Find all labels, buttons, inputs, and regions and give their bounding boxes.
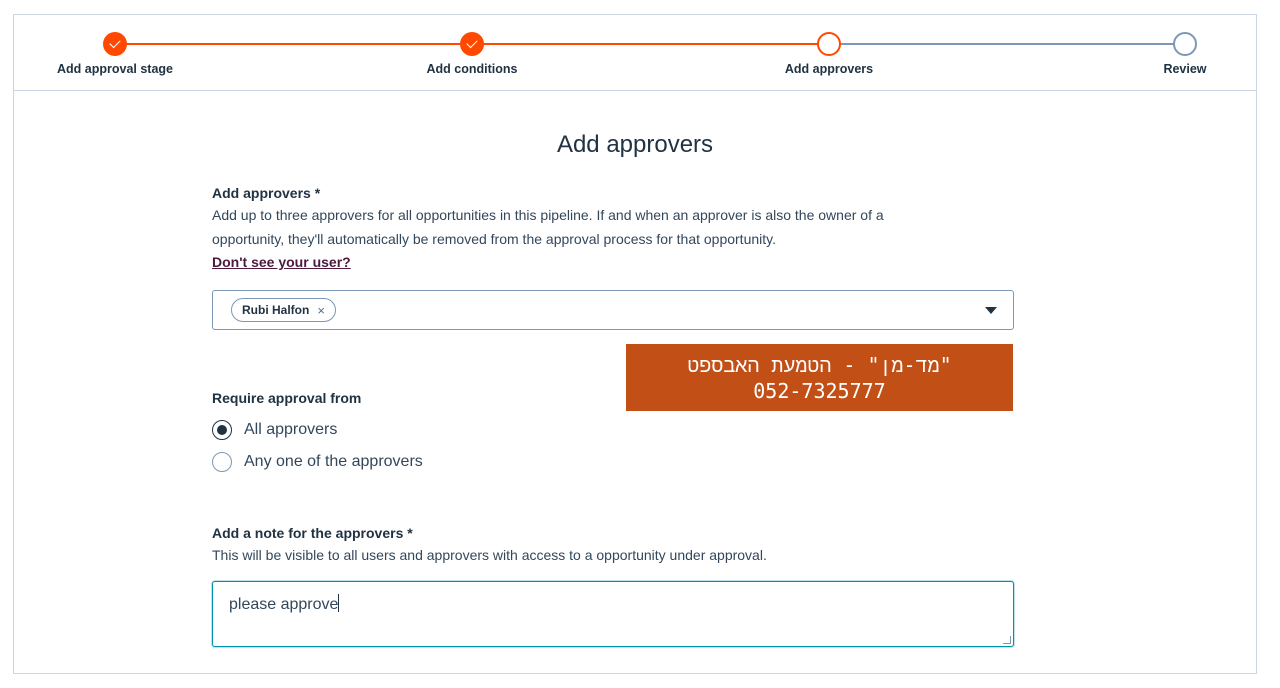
resize-handle-icon[interactable] xyxy=(1003,636,1011,644)
remove-chip-icon[interactable]: × xyxy=(317,303,325,318)
note-value: please approve xyxy=(229,596,339,613)
approver-chip-name: Rubi Halfon xyxy=(242,303,310,317)
note-section: Add a note for the approvers * This will… xyxy=(212,525,1014,647)
step-3-current-icon[interactable] xyxy=(817,32,841,56)
dropdown-caret-icon[interactable] xyxy=(985,307,997,314)
step-label-review[interactable]: Review xyxy=(1163,62,1206,76)
text-cursor xyxy=(338,594,340,612)
banner-line-1: "מד-מן" - הטמעת האבספט xyxy=(687,352,952,377)
step-label-add-approval-stage[interactable]: Add approval stage xyxy=(57,62,173,76)
note-help: This will be visible to all users and ap… xyxy=(212,547,767,563)
app-frame: Add approval stage Add conditions Add ap… xyxy=(13,14,1257,674)
radio-checked-icon[interactable] xyxy=(212,420,232,440)
approvers-help-line-1: Add up to three approvers for all opport… xyxy=(212,207,884,223)
approver-chip: Rubi Halfon × xyxy=(231,298,336,322)
step-2-complete-icon[interactable] xyxy=(460,32,484,56)
radio-label-all-approvers[interactable]: All approvers xyxy=(244,421,337,439)
dont-see-user-link[interactable]: Don't see your user? xyxy=(212,254,351,270)
note-textarea[interactable]: please approve xyxy=(212,581,1014,647)
step-connector xyxy=(115,43,472,45)
step-connector xyxy=(829,43,1185,45)
radio-option-any-approver[interactable]: Any one of the approvers xyxy=(212,452,612,472)
require-approval-group: Require approval from All approvers Any … xyxy=(212,390,612,472)
approvers-label: Add approvers * xyxy=(212,185,321,201)
banner-line-2: 052-7325777 xyxy=(753,378,886,403)
approvers-help-line-2: opportunity, they'll automatically be re… xyxy=(212,231,776,247)
step-4-pending-icon[interactable] xyxy=(1173,32,1197,56)
watermark-banner: "מד-מן" - הטמעת האבספט 052-7325777 xyxy=(626,344,1013,411)
note-label: Add a note for the approvers * xyxy=(212,525,413,541)
step-label-add-approvers[interactable]: Add approvers xyxy=(785,62,873,76)
radio-unchecked-icon[interactable] xyxy=(212,452,232,472)
page-title: Add approvers xyxy=(556,131,714,158)
step-1-complete-icon[interactable] xyxy=(103,32,127,56)
step-connector xyxy=(472,43,829,45)
approvers-select[interactable]: Rubi Halfon × xyxy=(212,290,1014,330)
form-content: Add approvers * Add up to three approver… xyxy=(212,185,1014,647)
step-label-add-conditions[interactable]: Add conditions xyxy=(427,62,518,76)
require-approval-label: Require approval from xyxy=(212,390,362,406)
radio-option-all-approvers[interactable]: All approvers xyxy=(212,420,612,440)
radio-label-any-approver[interactable]: Any one of the approvers xyxy=(244,453,423,471)
progress-stepper: Add approval stage Add conditions Add ap… xyxy=(14,15,1256,91)
